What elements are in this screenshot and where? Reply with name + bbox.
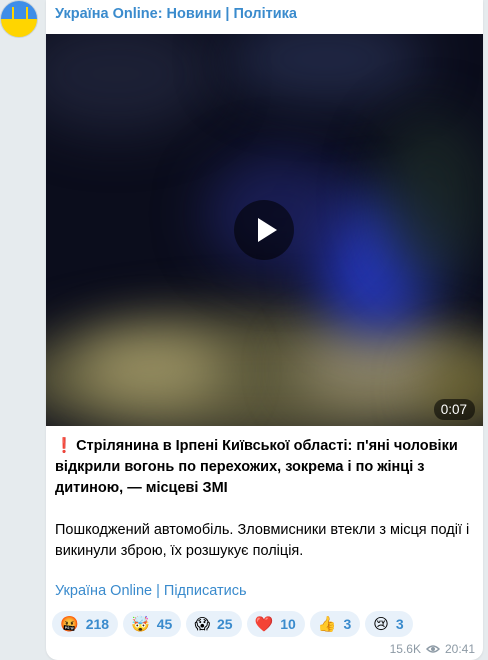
view-count: 15.6K (389, 642, 421, 656)
reaction-count: 3 (395, 616, 404, 632)
reaction-button[interactable]: ❤️ 10 (246, 611, 305, 637)
reaction-button[interactable]: 👍 3 (309, 611, 361, 637)
reaction-emoji-icon: 👍 (317, 615, 337, 633)
play-icon (258, 218, 277, 242)
reaction-count: 45 (156, 616, 173, 632)
message-body: Пошкоджений автомобіль. Зловмисники втек… (55, 522, 470, 559)
headline-text: Стрілянина в Ірпені Київської області: п… (55, 438, 458, 496)
reactions-bar: 🤬 218 🤯 45 😱 25 ❤️ 10 👍 3 😢 3 (52, 611, 413, 637)
eye-icon (425, 645, 440, 653)
message-text: ❗ Стрілянина в Ірпені Київської області: … (55, 436, 475, 562)
sender-name[interactable]: Україна Online: Новини | Політика (55, 6, 297, 22)
message-headline: ❗ Стрілянина в Ірпені Київської області: … (55, 436, 475, 499)
reaction-emoji-icon: 🤯 (131, 615, 150, 633)
play-button[interactable] (234, 200, 294, 260)
trident-emblem-icon (12, 7, 28, 31)
reaction-count: 10 (280, 616, 296, 632)
reaction-emoji-icon: 🤬 (60, 615, 79, 633)
reaction-button[interactable]: 🤬 218 (52, 611, 119, 637)
reaction-emoji-icon: ❤️ (254, 615, 274, 633)
reaction-emoji-icon: 😢 (373, 615, 389, 633)
reaction-button[interactable]: 🤯 45 (123, 611, 182, 637)
reaction-button[interactable]: 😱 25 (186, 611, 242, 637)
subscribe-link[interactable]: Україна Online | Підписатись (55, 583, 247, 599)
reaction-emoji-icon: 😱 (194, 615, 210, 633)
exclamation-icon: ❗ (55, 438, 74, 454)
video-player[interactable]: 0:07 (46, 34, 483, 426)
channel-avatar[interactable] (0, 0, 38, 38)
message-time: 20:41 (444, 642, 475, 656)
reaction-button[interactable]: 😢 3 (365, 611, 413, 637)
reaction-count: 3 (343, 616, 352, 632)
message-meta: 15.6K 20:41 (390, 642, 475, 656)
reaction-count: 25 (216, 616, 233, 632)
video-duration: 0:07 (433, 399, 475, 420)
message-bubble: Україна Online: Новини | Політика 0:07 ❗… (46, 0, 483, 660)
reaction-count: 218 (85, 616, 110, 632)
